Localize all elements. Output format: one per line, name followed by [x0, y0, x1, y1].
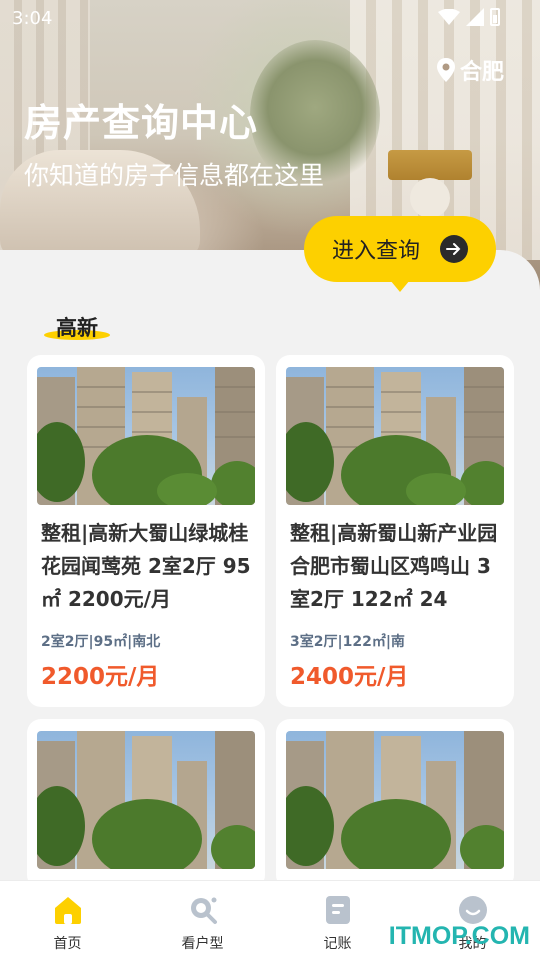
page-subtitle: 你知道的房子信息都在这里: [24, 161, 325, 190]
page-title: 房产查询中心: [24, 101, 259, 145]
listing-photo: [37, 367, 255, 505]
listing-card[interactable]: 整租|高新大蜀山绿城桂花园闻莺苑 2室2厅 95㎡ 2200元/月 2室2厅|9…: [27, 355, 265, 707]
enter-query-label: 进入查询: [332, 239, 421, 264]
enter-query-button[interactable]: 进入查询: [304, 216, 496, 292]
tab-label: 看户型: [181, 936, 224, 952]
signal-icon: [466, 8, 484, 26]
status-icons: [438, 8, 500, 26]
listing-card[interactable]: [27, 719, 265, 889]
listing-title: 整租|高新大蜀山绿城桂花园闻莺苑 2室2厅 95㎡ 2200元/月: [41, 521, 251, 611]
tab-label: 记账: [323, 936, 352, 952]
tab-floorplan[interactable]: 看户型: [135, 881, 270, 960]
listing-photo: [37, 731, 255, 869]
listing-meta: 2室2厅|95㎡|南北: [41, 634, 161, 650]
tab-label: 首页: [53, 936, 82, 952]
location-pin-icon: [436, 58, 455, 82]
watermark: ITMOP.COM: [388, 922, 530, 950]
status-time: 3:04: [12, 8, 53, 29]
tab-accounting[interactable]: 记账: [270, 881, 405, 960]
listing-price: 2200元/月: [41, 664, 160, 690]
battery-icon: [490, 8, 500, 26]
profile-icon: [458, 896, 487, 924]
listing-title: 整租|高新蜀山新产业园合肥市蜀山区鸡鸣山 3室2厅 122㎡ 24: [290, 521, 498, 611]
home-icon: [54, 897, 81, 924]
listing-meta: 3室2厅|122㎡|南: [290, 634, 405, 650]
section-title: 高新: [56, 316, 98, 340]
lamp-base: [410, 178, 450, 218]
tab-home[interactable]: 首页: [0, 881, 135, 960]
city-selector[interactable]: 合肥: [436, 54, 504, 86]
search-icon: [190, 897, 217, 924]
listing-card[interactable]: 整租|高新蜀山新产业园合肥市蜀山区鸡鸣山 3室2厅 122㎡ 24 3室2厅|1…: [276, 355, 514, 707]
wifi-icon: [438, 9, 460, 25]
listing-card[interactable]: [276, 719, 514, 889]
listing-price: 2400元/月: [290, 664, 409, 690]
listing-photo: [286, 367, 504, 505]
listing-photo: [286, 731, 504, 869]
arrow-right-icon: [440, 235, 468, 263]
lamp-shade: [388, 150, 472, 180]
city-label: 合肥: [459, 60, 504, 85]
note-icon: [325, 896, 350, 924]
